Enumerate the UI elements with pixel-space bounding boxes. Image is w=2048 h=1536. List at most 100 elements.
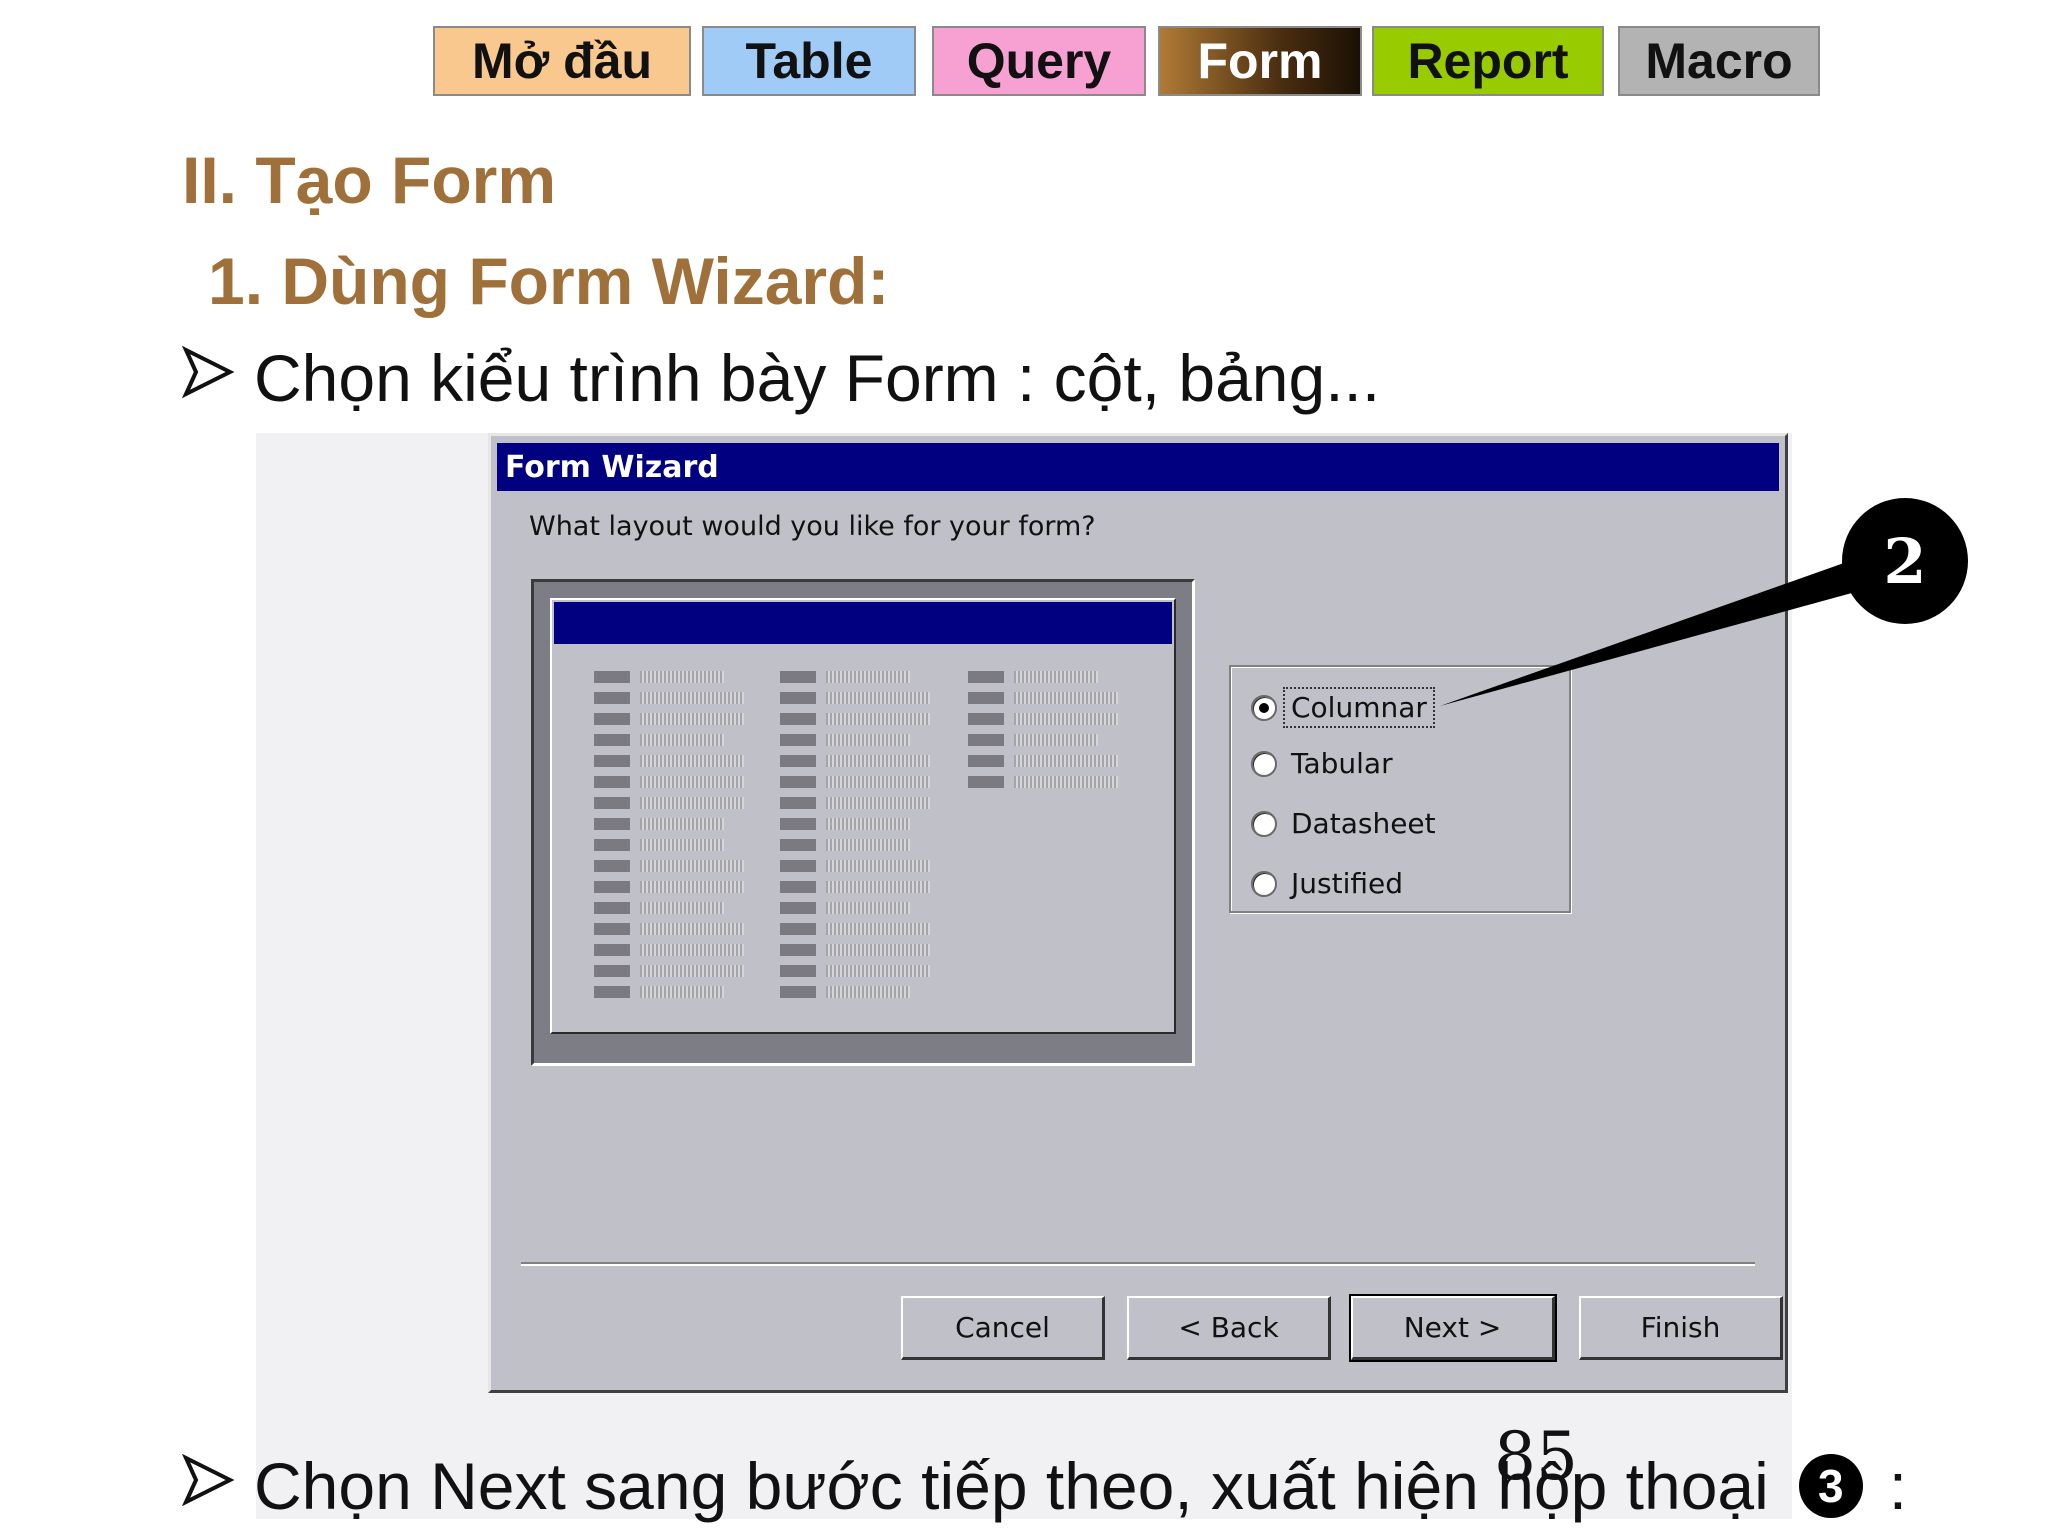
preview-field-bar xyxy=(640,734,724,746)
radio-columnar[interactable]: Columnar xyxy=(1251,687,1435,728)
radio-label: Datasheet xyxy=(1291,807,1436,840)
preview-label-bar xyxy=(594,902,630,914)
preview-field-bar xyxy=(640,797,744,809)
preview-field-bar xyxy=(826,944,930,956)
preview-label-bar xyxy=(780,671,816,683)
preview-field-bar xyxy=(826,755,930,767)
dialog-titlebar: Form Wizard xyxy=(497,443,1779,491)
step-number-badge: 3 xyxy=(1798,1454,1863,1518)
finish-button[interactable]: Finish xyxy=(1579,1296,1783,1360)
preview-label-bar xyxy=(594,818,630,830)
next-button[interactable]: Next > xyxy=(1349,1294,1557,1362)
back-button[interactable]: < Back xyxy=(1127,1296,1331,1360)
preview-label-bar xyxy=(780,755,816,767)
preview-field-bar xyxy=(1014,692,1118,704)
preview-label-bar xyxy=(594,671,630,683)
preview-label-bar xyxy=(780,818,816,830)
tab-mo-dau[interactable]: Mở đầu xyxy=(433,26,691,96)
radio-button-icon[interactable] xyxy=(1251,810,1277,837)
preview-field-bar xyxy=(640,881,744,893)
preview-field-bar xyxy=(826,965,930,977)
subsection-title: 1. Dùng Form Wizard: xyxy=(208,244,890,318)
preview-label-bar xyxy=(594,860,630,872)
preview-field-bar xyxy=(826,986,910,998)
cancel-button[interactable]: Cancel xyxy=(901,1296,1105,1360)
dialog-title: Form Wizard xyxy=(505,449,719,485)
preview-field-bar xyxy=(1014,755,1118,767)
preview-field-bar xyxy=(1014,776,1118,788)
preview-field-bar xyxy=(640,818,724,830)
preview-field-bar xyxy=(1014,671,1098,683)
preview-field-bar xyxy=(1014,734,1098,746)
radio-button-icon[interactable] xyxy=(1251,750,1277,777)
wizard-question: What layout would you like for your form… xyxy=(529,511,1096,542)
bullet-text: Chọn kiểu trình bày Form : cột, bảng... xyxy=(254,341,1381,415)
tab-report[interactable]: Report xyxy=(1372,26,1604,96)
preview-label-bar xyxy=(780,965,816,977)
radio-label: Tabular xyxy=(1291,747,1393,780)
preview-label-bar xyxy=(780,881,816,893)
preview-field-bar xyxy=(1014,713,1118,725)
preview-field-bar xyxy=(826,797,930,809)
preview-label-bar xyxy=(780,776,816,788)
preview-field-bar xyxy=(640,860,744,872)
preview-label-bar xyxy=(594,755,630,767)
preview-label-bar xyxy=(594,776,630,788)
radio-label: Columnar xyxy=(1283,687,1435,728)
section-title: II. Tạo Form xyxy=(182,143,557,217)
tab-query[interactable]: Query xyxy=(932,26,1146,96)
preview-label-bar xyxy=(968,734,1004,746)
radio-button-icon[interactable] xyxy=(1251,870,1277,897)
preview-label-bar xyxy=(594,923,630,935)
tab-table[interactable]: Table xyxy=(702,26,916,96)
preview-field-bar xyxy=(640,944,744,956)
preview-field-bar xyxy=(826,881,930,893)
preview-field-bar xyxy=(826,692,930,704)
preview-form-header xyxy=(554,602,1172,644)
preview-field-bar xyxy=(826,923,930,935)
preview-label-bar xyxy=(780,986,816,998)
preview-field-bar xyxy=(640,755,744,767)
bullet-item: Chọn kiểu trình bày Form : cột, bảng... xyxy=(181,340,1381,416)
preview-field-bar xyxy=(826,839,910,851)
preview-label-bar xyxy=(594,944,630,956)
preview-field-bar xyxy=(826,671,910,683)
preview-label-bar xyxy=(780,692,816,704)
preview-label-bar xyxy=(780,902,816,914)
layout-radio-group: Columnar Tabular Datasheet Justified xyxy=(1229,665,1571,913)
preview-field-bar xyxy=(640,902,724,914)
preview-field-bar xyxy=(640,713,744,725)
preview-label-bar xyxy=(968,671,1004,683)
preview-label-bar xyxy=(968,713,1004,725)
preview-field-bar xyxy=(826,734,910,746)
preview-label-bar xyxy=(780,797,816,809)
radio-button-icon[interactable] xyxy=(1251,694,1277,721)
preview-label-bar xyxy=(594,839,630,851)
preview-label-bar xyxy=(780,839,816,851)
preview-label-bar xyxy=(594,713,630,725)
preview-label-bar xyxy=(780,734,816,746)
preview-field-bar xyxy=(826,713,930,725)
radio-tabular[interactable]: Tabular xyxy=(1251,747,1393,780)
preview-label-bar xyxy=(594,797,630,809)
step-callout-badge: 2 xyxy=(1842,498,1968,624)
preview-label-bar xyxy=(594,986,630,998)
bullet-item: Chọn Next sang bước tiếp theo, xuất hiện… xyxy=(181,1448,1908,1524)
preview-field-bar xyxy=(826,860,930,872)
preview-label-bar xyxy=(780,860,816,872)
form-wizard-dialog: Form Wizard What layout would you like f… xyxy=(488,433,1788,1393)
layout-preview xyxy=(531,579,1195,1066)
preview-field-bar xyxy=(640,965,744,977)
tab-macro[interactable]: Macro xyxy=(1618,26,1820,96)
preview-field-bar xyxy=(826,776,930,788)
arrow-bullet-icon xyxy=(181,1453,254,1519)
preview-field-bar xyxy=(640,986,724,998)
radio-datasheet[interactable]: Datasheet xyxy=(1251,807,1436,840)
radio-justified[interactable]: Justified xyxy=(1251,867,1403,900)
bullet-suffix: : xyxy=(1888,1449,1908,1523)
preview-field-bar xyxy=(640,692,744,704)
preview-field-bar xyxy=(826,818,910,830)
preview-label-bar xyxy=(594,881,630,893)
tab-form[interactable]: Form xyxy=(1158,26,1362,96)
radio-label: Justified xyxy=(1291,867,1403,900)
